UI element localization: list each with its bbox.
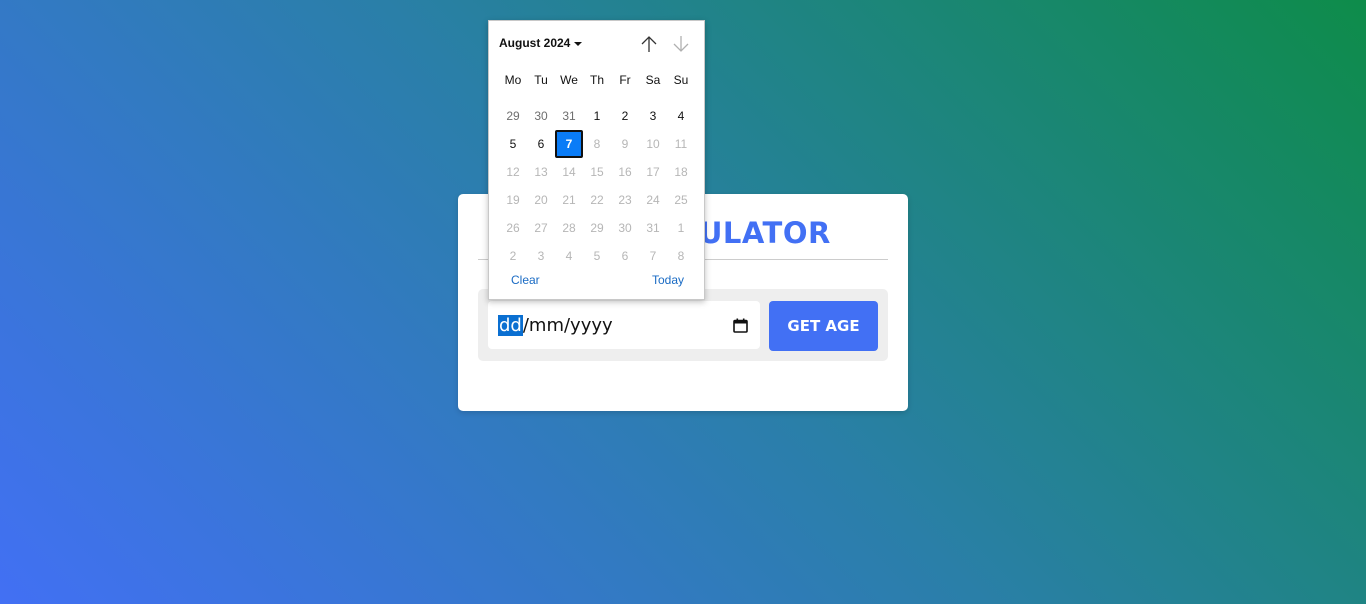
calendar-week-row: 26 27 28 29 30 31 1 [499,214,695,242]
calendar-day: 29 [590,221,604,235]
weekday-header: Mo Tu We Th Fr Sa Su [499,73,695,89]
calendar-day: 27 [534,221,548,235]
month-year-select[interactable]: August 2024 [499,36,583,50]
calendar-day: 14 [562,165,576,179]
calendar-week-row: 5 6 7 8 9 10 11 [499,130,695,158]
month-year-label: August 2024 [499,36,571,50]
calendar-day[interactable]: 31 [555,102,583,130]
calendar-week-row: 29 30 31 1 2 3 4 [499,102,695,130]
calendar-day: 25 [674,193,688,207]
calendar-week-row: 2 3 4 5 6 7 8 [499,242,695,270]
calendar-day[interactable]: 6 [527,130,555,158]
weekday-label: Su [673,73,689,87]
calendar-day: 22 [590,193,604,207]
date-input-text: dd/mm/yyyy [498,314,613,338]
calendar-day[interactable]: 5 [499,130,527,158]
date-picker-popup: August 2024 Mo Tu We Th Fr Sa Su 29 30 31 1… [488,20,705,300]
today-button[interactable]: Today [652,273,684,287]
calendar-day: 11 [674,137,688,151]
calendar-day: 19 [506,193,520,207]
weekday-label: Fr [619,73,631,87]
calendar-day: 3 [537,249,545,263]
calendar-day: 7 [649,249,657,263]
calendar-day[interactable]: 1 [583,102,611,130]
calendar-day: 2 [509,249,517,263]
calendar-day: 17 [646,165,660,179]
calendar-day: 12 [506,165,520,179]
caret-down-icon [574,41,583,46]
calendar-day: 20 [534,193,548,207]
calendar-day: 26 [506,221,520,235]
birthdate-input[interactable]: dd/mm/yyyy [488,301,760,349]
calendar-icon[interactable] [733,318,748,333]
day-segment[interactable]: dd [498,315,523,336]
calendar-day: 24 [646,193,660,207]
calendar-day-selected[interactable]: 7 [555,130,583,158]
calendar-day[interactable]: 3 [639,102,667,130]
calendar-day: 18 [674,165,688,179]
weekday-label: Th [589,73,604,87]
calendar-day: 21 [562,193,576,207]
calendar-day: 15 [590,165,604,179]
calendar-day: 4 [565,249,573,263]
calendar-week-row: 12 13 14 15 16 17 18 [499,158,695,186]
calendar-day: 13 [534,165,548,179]
calendar-day: 6 [621,249,629,263]
weekday-label: Mo [504,73,522,87]
arrow-down-icon[interactable] [671,34,691,54]
arrow-up-icon[interactable] [639,34,659,54]
calendar-day: 5 [593,249,601,263]
calendar-day: 9 [621,137,629,151]
calendar-day: 1 [677,221,685,235]
calendar-day[interactable]: 29 [499,102,527,130]
calendar-day: 23 [618,193,632,207]
calendar-day: 28 [562,221,576,235]
calendar-day: 8 [593,137,601,151]
calendar-day: 10 [646,137,660,151]
weekday-label: Tu [534,73,548,87]
clear-button[interactable]: Clear [511,273,540,287]
calendar-day: 30 [618,221,632,235]
calendar-day: 16 [618,165,632,179]
weekday-label: We [560,73,578,87]
date-input-remaining[interactable]: /mm/yyyy [523,315,613,336]
calendar-day: 31 [646,221,660,235]
calendar-day[interactable]: 4 [667,102,695,130]
calendar-week-row: 19 20 21 22 23 24 25 [499,186,695,214]
calendar-day[interactable]: 2 [611,102,639,130]
calendar-day[interactable]: 30 [527,102,555,130]
calendar-day: 8 [677,249,685,263]
weekday-label: Sa [645,73,661,87]
get-age-button[interactable]: GET AGE [769,301,878,351]
